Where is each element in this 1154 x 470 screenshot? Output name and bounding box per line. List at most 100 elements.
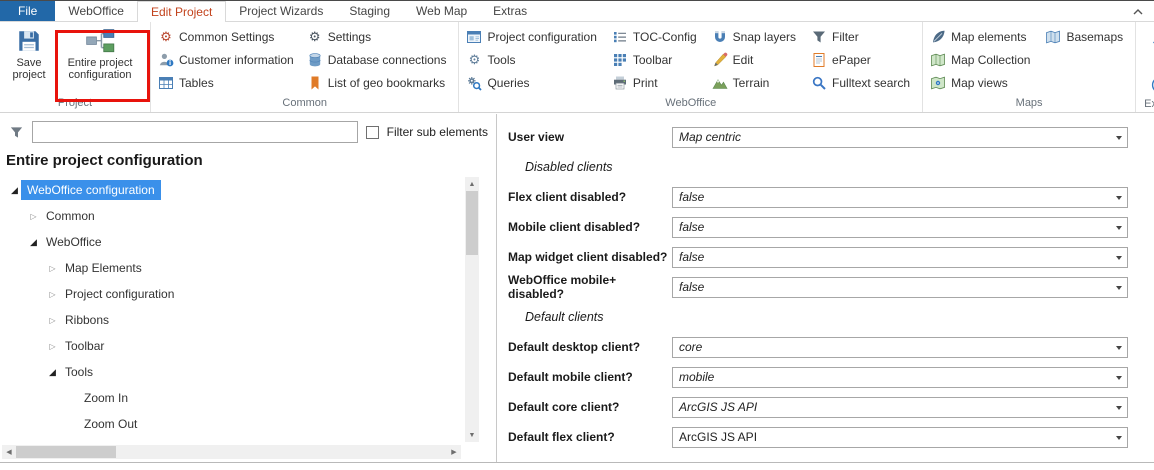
default-desktop-client-dropdown[interactable]: core: [672, 336, 1128, 358]
content-area: Filter sub elements Entire project confi…: [0, 114, 1154, 463]
search-icon: [811, 75, 827, 91]
tree-item[interactable]: ▷ Map Elements: [0, 255, 496, 281]
vertical-scroll-thumb[interactable]: [466, 191, 478, 255]
tree-item[interactable]: ▷ Ribbons: [0, 307, 496, 333]
entire-project-configuration-button[interactable]: Entire project configuration: [54, 24, 146, 92]
snap-layers-button[interactable]: Snap layers: [709, 26, 804, 47]
tree-item[interactable]: Zoom Out: [0, 411, 496, 437]
print-button[interactable]: Print: [609, 72, 705, 93]
extern-locate-button[interactable]: [1149, 51, 1154, 73]
horizontal-scroll-thumb[interactable]: [16, 446, 116, 458]
map-views-button[interactable]: Map views: [927, 72, 1038, 93]
scroll-left-arrow[interactable]: ◀: [2, 445, 16, 459]
toc-config-label: TOC-Config: [632, 29, 697, 44]
tables-label: Tables: [179, 75, 214, 90]
expander-collapsed-icon[interactable]: ▷: [27, 212, 40, 221]
tree-item[interactable]: ◢ WebOffice configuration: [0, 177, 496, 203]
tab-extras[interactable]: Extras: [480, 1, 540, 21]
scroll-right-arrow[interactable]: ▶: [447, 445, 461, 459]
field-label: WebOffice mobile+ disabled?: [508, 273, 617, 301]
tree-filter-input[interactable]: [32, 121, 358, 143]
tab-project-wizards[interactable]: Project Wizards: [226, 1, 336, 21]
toolbar-button[interactable]: Toolbar: [609, 49, 705, 70]
query-search-icon: [466, 75, 483, 91]
map-elements-button[interactable]: Map elements: [927, 26, 1038, 47]
expander-expanded-icon[interactable]: ◢: [46, 367, 59, 378]
expander-collapsed-icon[interactable]: ▷: [46, 264, 59, 273]
default-core-client-dropdown[interactable]: ArcGIS JS API: [672, 396, 1128, 418]
tree-item[interactable]: ◢ WebOffice: [0, 229, 496, 255]
basemaps-button[interactable]: Basemaps: [1042, 26, 1131, 47]
database-connections-button[interactable]: Database connections: [304, 49, 455, 70]
settings-button[interactable]: ⚙ Settings: [304, 26, 455, 47]
scroll-up-arrow[interactable]: ▲: [465, 177, 479, 191]
terrain-label: Terrain: [732, 75, 770, 90]
save-project-button[interactable]: Save project: [4, 24, 54, 92]
expander-expanded-icon[interactable]: ◢: [8, 185, 21, 196]
geo-bookmarks-button[interactable]: List of geo bookmarks: [304, 72, 455, 93]
tree-item[interactable]: Zoom In: [0, 385, 496, 411]
expander-collapsed-icon[interactable]: ▷: [46, 316, 59, 325]
queries-button[interactable]: Queries: [463, 72, 604, 93]
tree-item[interactable]: ◢ Tools: [0, 359, 496, 385]
filter-sub-elements-checkbox[interactable]: [365, 125, 379, 139]
extern-pin-button[interactable]: [1149, 27, 1154, 49]
collapse-ribbon-button[interactable]: [1130, 6, 1146, 18]
weboffice-author-window: File WebOffice Edit Project Project Wiza…: [0, 0, 1154, 470]
map-elements-label: Map elements: [951, 29, 1027, 44]
user-view-dropdown[interactable]: Map centric: [672, 126, 1128, 148]
tab-edit-project[interactable]: Edit Project: [136, 1, 227, 22]
field-label: Default mobile client?: [508, 370, 633, 384]
filter-button[interactable]: Filter: [808, 26, 918, 47]
extern-search-button[interactable]: [1149, 75, 1154, 97]
default-mobile-client-dropdown[interactable]: mobile: [672, 366, 1128, 388]
tree-item[interactable]: ▷ Project configuration: [0, 281, 496, 307]
scroll-down-arrow[interactable]: ▼: [465, 428, 479, 442]
project-configuration-button[interactable]: Project configuration: [463, 26, 604, 47]
database-icon: [307, 52, 323, 68]
terrain-button[interactable]: Terrain: [709, 72, 804, 93]
toc-config-button[interactable]: TOC-Config: [609, 26, 705, 47]
tools-button[interactable]: ⚙ Tools: [463, 49, 604, 70]
field-label: Mobile client disabled?: [508, 220, 641, 234]
form-row-default-desktop: Default desktop client? core: [508, 332, 1128, 362]
customer-information-button[interactable]: Customer information: [155, 49, 302, 70]
fulltext-search-button[interactable]: Fulltext search: [808, 72, 918, 93]
geo-bookmark-icon: [307, 75, 323, 91]
map-collection-label: Map Collection: [951, 52, 1031, 67]
funnel-filter-icon[interactable]: [8, 124, 24, 140]
pencil-icon: [712, 52, 728, 68]
form-row-user-view: User view Map centric: [508, 122, 1128, 152]
tab-web-map[interactable]: Web Map: [403, 1, 480, 21]
map-collection-button[interactable]: Map Collection: [927, 49, 1038, 70]
tree-item[interactable]: ▷ Common: [0, 203, 496, 229]
basemaps-label: Basemaps: [1066, 29, 1124, 44]
edit-button[interactable]: Edit: [709, 49, 804, 70]
weboffice-group-body: Project configuration ⚙ Tools Queries TO…: [463, 24, 918, 93]
tree-item[interactable]: ▷ Toolbar: [0, 333, 496, 359]
ribbon-group-label-extern: Extern: [1144, 98, 1154, 110]
ribbon-group-label-common: Common: [282, 97, 328, 109]
snap-layers-label: Snap layers: [732, 29, 797, 44]
map-widget-client-disabled-dropdown[interactable]: false: [672, 246, 1128, 268]
gear-icon: ⚙: [468, 51, 481, 67]
tab-staging[interactable]: Staging: [336, 1, 403, 21]
mobile-client-disabled-dropdown[interactable]: false: [672, 216, 1128, 238]
dropdown-arrow-icon: [1116, 345, 1122, 353]
expander-expanded-icon[interactable]: ◢: [27, 237, 40, 248]
expander-collapsed-icon[interactable]: ▷: [46, 290, 59, 299]
common-settings-button[interactable]: ⚙ Common Settings: [155, 26, 302, 47]
weboffice-mobileplus-disabled-dropdown[interactable]: false: [672, 276, 1128, 298]
flex-client-disabled-dropdown[interactable]: false: [672, 186, 1128, 208]
form-row-default-core: Default core client? ArcGIS JS API: [508, 392, 1128, 422]
default-flex-client-dropdown[interactable]: ArcGIS JS API: [672, 426, 1128, 448]
dropdown-arrow-icon: [1116, 375, 1122, 383]
map-collection-icon: [930, 52, 946, 68]
epaper-button[interactable]: ePaper: [808, 49, 918, 70]
tab-weboffice[interactable]: WebOffice: [55, 1, 137, 21]
tables-button[interactable]: Tables: [155, 72, 302, 93]
properties-form-panel: User view Map centric Disabled clients F…: [497, 114, 1154, 462]
tab-file[interactable]: File: [0, 1, 56, 21]
expander-collapsed-icon[interactable]: ▷: [46, 342, 59, 351]
project-group-body: Save project Entire project configuratio…: [4, 24, 146, 92]
